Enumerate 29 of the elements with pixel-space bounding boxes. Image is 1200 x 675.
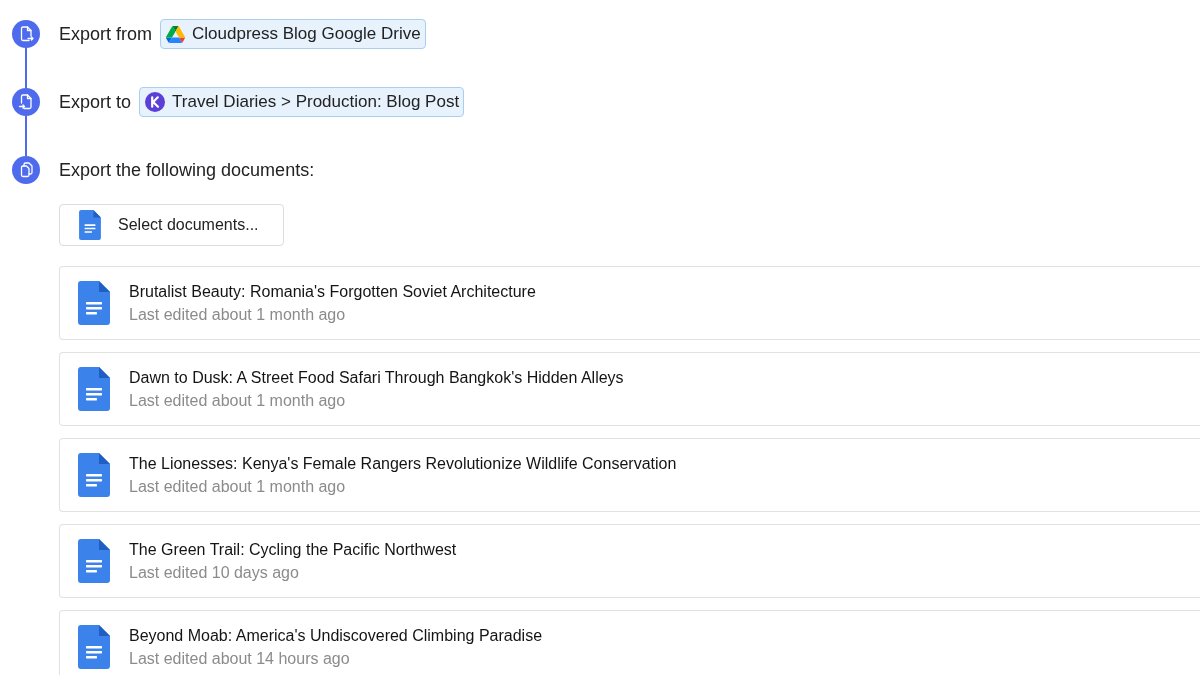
step-label: Export from (59, 23, 153, 45)
step-label: Export to (59, 91, 132, 113)
document-card[interactable]: Beyond Moab: America's Undiscovered Climbing Paradise Last edited about 14 hours ago (59, 610, 1200, 675)
document-icon (78, 539, 110, 583)
document-title: The Lionesses: Kenya's Female Rangers Revolutionize Wildlife Conservation (129, 454, 677, 473)
document-card[interactable]: The Green Trail: Cycling the Pacific Northwest Last edited 10 days ago (59, 524, 1200, 598)
circle-logo-icon (145, 92, 166, 112)
document-title: Brutalist Beauty: Romania's Forgotten Soviet Architecture (129, 282, 536, 301)
document-icon (78, 625, 110, 669)
step-label: Export the following documents: (59, 159, 315, 181)
select-documents-button[interactable]: Select documents... (59, 204, 284, 246)
last-edited-text: Last edited about 1 month ago (129, 477, 347, 496)
document-card[interactable]: Brutalist Beauty: Romania's Forgotten Soviet Architecture Last edited about 1 month ago (59, 266, 1200, 340)
document-icon (78, 367, 110, 411)
document-icon (79, 210, 101, 240)
document-title: The Green Trail: Cycling the Pacific Northwest (129, 540, 457, 559)
document-icon (78, 453, 110, 497)
last-edited-text: Last edited about 1 month ago (129, 391, 347, 410)
source-name: Cloudpress Blog Google Drive (192, 24, 421, 44)
document-card[interactable]: Dawn to Dusk: A Street Food Safari Through Bangkok's Hidden Alleys Last edited about 1 month ago (59, 352, 1200, 426)
last-edited-text: Last edited about 14 hours ago (129, 649, 351, 668)
last-edited-text: Last edited about 1 month ago (129, 305, 347, 324)
last-edited-text: Last edited 10 days ago (129, 563, 300, 582)
triangle-logo-icon (166, 25, 186, 43)
document-title: Dawn to Dusk: A Street Food Safari Through Bangkok's Hidden Alleys (129, 368, 624, 387)
document-card[interactable]: The Lionesses: Kenya's Female Rangers Revolutionize Wildlife Conservation Last edited about 1 month ago (59, 438, 1200, 512)
document-title: Beyond Moab: America's Undiscovered Climbing Paradise (129, 626, 543, 645)
document-icon (78, 281, 110, 325)
destination-name: Travel Diaries > Production: Blog Post (172, 92, 460, 112)
